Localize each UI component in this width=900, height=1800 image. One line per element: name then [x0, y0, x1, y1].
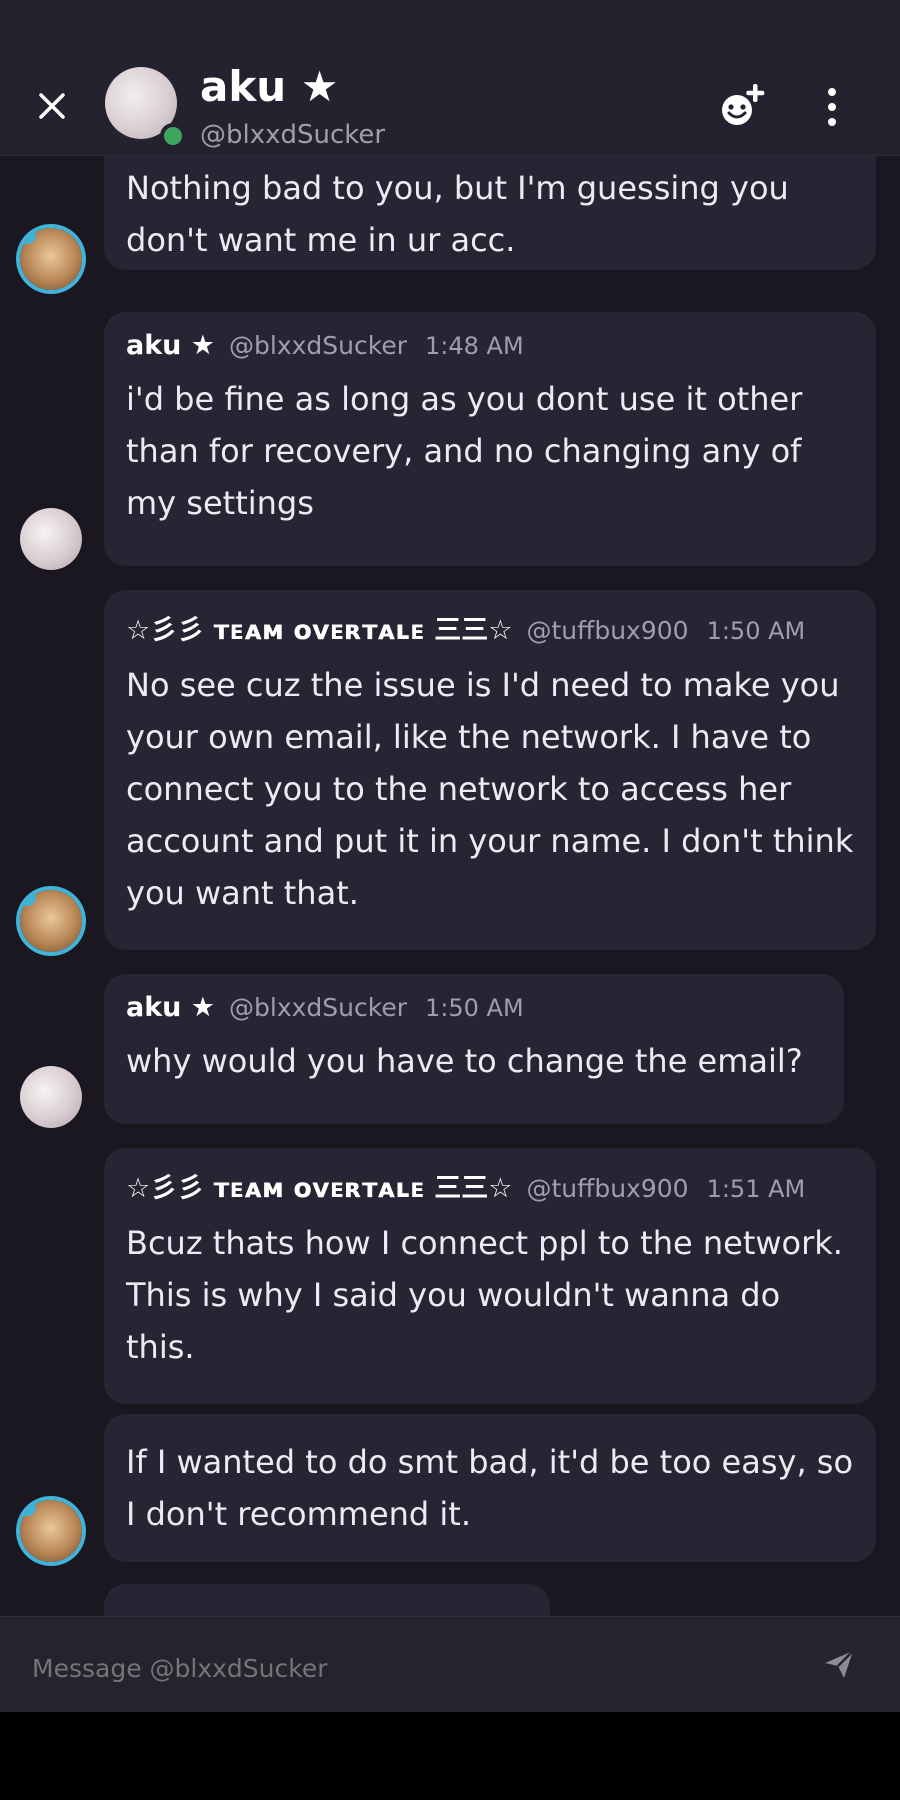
message-timestamp: 1:48 AM — [425, 332, 524, 360]
avatar[interactable] — [20, 508, 82, 570]
message-bubble — [104, 1584, 550, 1616]
message-text: i'd be fine as long as you dont use it o… — [126, 380, 803, 522]
system-navigation-bar — [0, 1712, 900, 1800]
message-timestamp: 1:50 AM — [425, 994, 524, 1022]
add-friend-icon — [722, 84, 765, 125]
avatar[interactable] — [20, 228, 82, 290]
message-list[interactable]: Nothing bad to you, but I'm guessing you… — [0, 156, 900, 1616]
message-input[interactable] — [30, 1647, 794, 1689]
chat-header: aku ★ @blxxdSucker — [0, 0, 900, 156]
message-handle: @tuffbux900 — [526, 616, 689, 645]
message-handle: @tuffbux900 — [526, 1174, 689, 1203]
contact-handle: @blxxdSucker — [200, 120, 386, 150]
message-text: Bcuz thats how I connect ppl to the netw… — [126, 1224, 843, 1366]
send-icon — [825, 1650, 854, 1678]
avatar[interactable] — [20, 1066, 82, 1128]
message-author[interactable]: ☆彡彡 ᴛᴇᴀᴍ ᴏᴠᴇʀᴛᴀʟᴇ 三三☆ — [126, 1166, 512, 1205]
online-status-indicator — [160, 123, 186, 149]
message-text: No see cuz the issue is I'd need to make… — [126, 666, 854, 912]
contact-name: aku ★ — [200, 62, 339, 111]
message-bubble: If I wanted to do smt bad, it'd be too e… — [104, 1414, 876, 1562]
message-handle: @blxxdSucker — [229, 993, 407, 1022]
message-text: why would you have to change the email? — [126, 1042, 803, 1080]
message-handle: @blxxdSucker — [229, 331, 407, 360]
message-timestamp: 1:51 AM — [706, 1175, 806, 1203]
avatar[interactable] — [20, 890, 82, 952]
message-author[interactable]: ☆彡彡 ᴛᴇᴀᴍ ᴏᴠᴇʀᴛᴀʟᴇ 三三☆ — [126, 608, 512, 647]
message-author[interactable]: aku ★ — [126, 992, 215, 1023]
more-vertical-icon — [828, 88, 836, 96]
more-options-button[interactable] — [812, 82, 852, 132]
message-text: If I wanted to do smt bad, it'd be too e… — [126, 1443, 854, 1533]
message-bubble: aku ★ @blxxdSucker 1:50 AM why would you… — [104, 974, 844, 1124]
message-bubble: ☆彡彡 ᴛᴇᴀᴍ ᴏᴠᴇʀᴛᴀʟᴇ 三三☆ @tuffbux900 1:50 A… — [104, 590, 876, 950]
add-friend-button[interactable] — [715, 80, 771, 130]
message-timestamp: 1:50 AM — [706, 617, 806, 645]
message-bubble: Nothing bad to you, but I'm guessing you… — [104, 156, 876, 270]
message-author[interactable]: aku ★ — [126, 330, 215, 361]
send-button[interactable] — [822, 1647, 862, 1687]
close-icon — [39, 93, 65, 119]
message-text: Nothing bad to you, but I'm guessing you… — [126, 169, 789, 259]
message-composer — [0, 1616, 900, 1713]
avatar[interactable] — [20, 1500, 82, 1562]
message-bubble: ☆彡彡 ᴛᴇᴀᴍ ᴏᴠᴇʀᴛᴀʟᴇ 三三☆ @tuffbux900 1:51 A… — [104, 1148, 876, 1404]
message-bubble: aku ★ @blxxdSucker 1:48 AM i'd be fine a… — [104, 312, 876, 566]
close-button[interactable] — [30, 84, 74, 128]
